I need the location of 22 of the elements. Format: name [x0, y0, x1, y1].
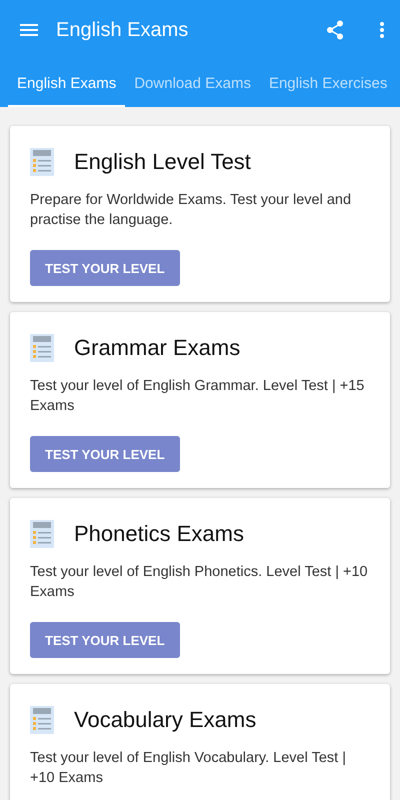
test-sheet-icon — [30, 520, 54, 548]
card-title: Phonetics Exams — [74, 521, 244, 547]
card-description: Test your level of English Grammar. Level Test | +15 Exams — [30, 377, 366, 416]
test-sheet-icon — [30, 334, 54, 362]
tab[interactable]: English Exercises — [260, 60, 396, 107]
app-title: English Exams — [56, 18, 190, 42]
more-options-icon[interactable] — [380, 22, 384, 38]
test-sheet-icon — [30, 706, 54, 734]
test-sheet-icon — [30, 148, 54, 176]
card-description: Test your level of English Phonetics. Level Test | +10 Exams — [30, 563, 369, 602]
card-title: Vocabulary Exams — [74, 707, 256, 733]
card-description: Test your level of English Vocabulary. Level Test | +10 Exams — [30, 749, 347, 788]
share-icon[interactable] — [326, 20, 344, 40]
card-description: Prepare for Worldwide Exams. Test your level and practise the language. — [30, 191, 352, 230]
card-title: Grammar Exams — [74, 335, 240, 361]
test-level-button[interactable]: TEST YOUR LEVEL — [30, 622, 180, 658]
menu-icon[interactable] — [20, 24, 38, 36]
tab[interactable]: English Exams — [8, 60, 126, 107]
test-level-button[interactable]: TEST YOUR LEVEL — [30, 250, 180, 286]
tab[interactable]: Download Exams — [125, 60, 260, 107]
test-level-button[interactable]: TEST YOUR LEVEL — [30, 436, 180, 472]
card-title: English Level Test — [74, 149, 251, 175]
